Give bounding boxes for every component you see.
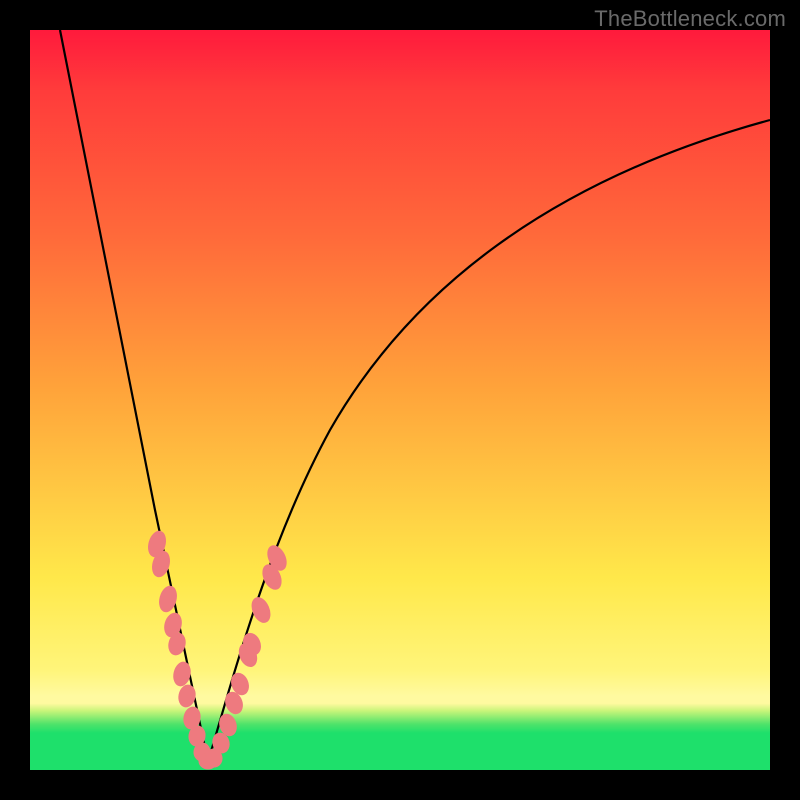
marker-cluster: [146, 529, 290, 769]
curve-layer: [30, 30, 770, 770]
curve-right-branch: [208, 120, 770, 762]
plot-area: [30, 30, 770, 770]
watermark-text: TheBottleneck.com: [594, 6, 786, 32]
curve-left-branch: [60, 30, 208, 762]
outer-frame: TheBottleneck.com: [0, 0, 800, 800]
